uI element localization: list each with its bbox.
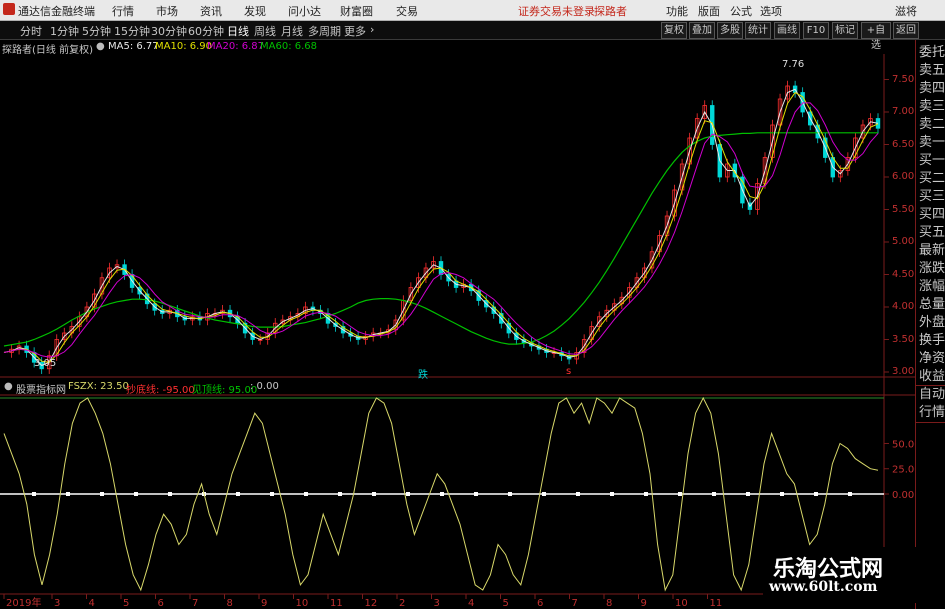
date-axis-label: 8	[227, 598, 233, 609]
panel-item-buy5[interactable]: 买五	[918, 224, 945, 242]
panel-item-entrust[interactable]: 委托	[918, 44, 945, 62]
high-price-label: 7.76	[782, 59, 805, 70]
date-axis-label: 7	[192, 598, 198, 609]
panel-divider	[916, 422, 945, 423]
date-axis-label: 9	[641, 598, 647, 609]
signal-marker-up: 跌	[418, 370, 428, 381]
price-axis-label: 4.50	[892, 268, 915, 280]
panel-item-outer[interactable]: 外盘	[918, 314, 945, 332]
indicator-info-bar: ● 股票指标网 FSZX: 23.50 抄底线: -95.00 见顶线: 95.…	[0, 380, 915, 396]
panel-item-turnover[interactable]: 换手	[918, 332, 945, 350]
fszx-value: FSZX: 23.50	[68, 381, 129, 392]
sell-line-value: 见顶线: 95.00	[192, 385, 258, 396]
ma5-line	[3, 88, 879, 367]
zero-line-dot	[406, 492, 410, 496]
panel-item-sell2[interactable]: 卖二	[918, 116, 945, 134]
zero-line-dot	[134, 492, 138, 496]
price-axis-label: 6.00	[892, 171, 915, 182]
date-axis-label: 3	[54, 598, 60, 609]
date-axis-label: 6	[158, 598, 164, 609]
zero-line-dot	[100, 492, 104, 496]
indicator-axis-label: 0.00	[892, 490, 914, 501]
date-axis-label: 9	[261, 598, 267, 609]
panel-item-quotes[interactable]: 行情	[918, 404, 945, 422]
zero-line-dot	[32, 492, 36, 496]
zero-line-dot	[712, 492, 716, 496]
panel-item-buy2[interactable]: 买二	[918, 170, 945, 188]
zero-line-dot	[610, 492, 614, 496]
indicator-axis-label: 50.00	[892, 439, 915, 450]
date-axis-label: 11	[710, 598, 723, 609]
indicator-axis-label: 25.00	[892, 465, 915, 476]
buy-line-value: 抄底线: -95.00	[126, 385, 195, 396]
signal-marker-s: s	[566, 366, 572, 377]
zero-line-dot	[678, 492, 682, 496]
panel-item-buy4[interactable]: 买四	[918, 206, 945, 224]
date-axis-label: 12	[365, 598, 378, 609]
watermark: 乐淘公式网 www.60lt.com	[763, 547, 923, 603]
zero-line-dot	[440, 492, 444, 496]
zero-line-dot	[304, 492, 308, 496]
price-axis-label: 7.50	[892, 73, 915, 85]
zero-line-dot	[236, 492, 240, 496]
date-axis-label: 10	[675, 598, 688, 609]
panel-item-auto[interactable]: 自动	[918, 386, 945, 404]
date-axis-label: 3	[434, 598, 440, 609]
watermark-url: www.60lt.com	[769, 579, 878, 595]
zero-line-dot	[780, 492, 784, 496]
panel-item-earnings[interactable]: 收益	[918, 368, 945, 386]
ma60-line	[3, 132, 878, 347]
price-axis-label: 7.00	[892, 106, 915, 117]
panel-item-change[interactable]: 涨跌	[918, 260, 945, 278]
panel-item-net-assets[interactable]: 净资	[918, 350, 945, 368]
price-axis-label: 3.00	[892, 366, 915, 377]
zero-line-dot	[848, 492, 852, 496]
indicator-name: 股票指标网	[16, 385, 66, 396]
panel-item-buy1[interactable]: 买一	[918, 152, 945, 170]
price-axis-label: 4.00	[892, 301, 915, 312]
date-axis-label: 4	[89, 598, 95, 609]
zero-line-dot	[372, 492, 376, 496]
date-axis-label: 5	[123, 598, 129, 609]
panel-item-buy3[interactable]: 买三	[918, 188, 945, 206]
panel-item-sell5[interactable]: 卖五	[918, 62, 945, 80]
price-axis-label: 6.50	[892, 138, 915, 150]
zero-line-dot	[474, 492, 478, 496]
date-axis-label: 10	[296, 598, 309, 609]
panel-item-sell4[interactable]: 卖四	[918, 80, 945, 98]
zero-line-dot	[66, 492, 70, 496]
date-axis-label: 4	[468, 598, 474, 609]
ma20-line	[3, 102, 879, 358]
price-axis-label: 3.50	[892, 333, 915, 345]
zero-line-dot	[270, 492, 274, 496]
panel-item-sell1[interactable]: 卖一	[918, 134, 945, 152]
zero-line-dot	[644, 492, 648, 496]
panel-item-change-pct[interactable]: 涨幅	[918, 278, 945, 296]
price-axis-label: 5.00	[892, 236, 915, 247]
zero-line-dot	[338, 492, 342, 496]
date-axis-label: 8	[606, 598, 612, 609]
date-axis-label: 2	[399, 598, 405, 609]
low-price-label: 3.05	[34, 358, 57, 369]
candlesticks	[9, 80, 881, 374]
zero-line-dot	[814, 492, 818, 496]
right-side-panel: 委托 卖五 卖四 卖三 卖二 卖一 买一 买二 买三 买四 买五 最新 涨跌 涨…	[915, 40, 945, 609]
zero-line-value: : 0.00	[250, 381, 279, 392]
date-axis-label: 6	[537, 598, 543, 609]
zero-line-dot	[168, 492, 172, 496]
zero-line-dot	[542, 492, 546, 496]
chart-canvas[interactable]: 50.00 25.00 0.00 2019年 3 4 5 6 7 8 9 10 11 12 2 3 4 5 6 7 8…	[0, 0, 915, 609]
zero-line-dot	[508, 492, 512, 496]
date-axis-label: 5	[503, 598, 509, 609]
zero-line-dot	[746, 492, 750, 496]
date-axis-label: 7	[572, 598, 578, 609]
price-axis-label: 5.50	[892, 203, 915, 215]
panel-item-sell3[interactable]: 卖三	[918, 98, 945, 116]
panel-item-latest[interactable]: 最新	[918, 242, 945, 260]
date-axis-label: 2019年	[6, 596, 41, 609]
date-axis-label: 11	[330, 598, 343, 609]
zero-line-dot	[576, 492, 580, 496]
gear-icon[interactable]: ●	[4, 381, 13, 392]
panel-item-volume[interactable]: 总量	[918, 296, 945, 314]
